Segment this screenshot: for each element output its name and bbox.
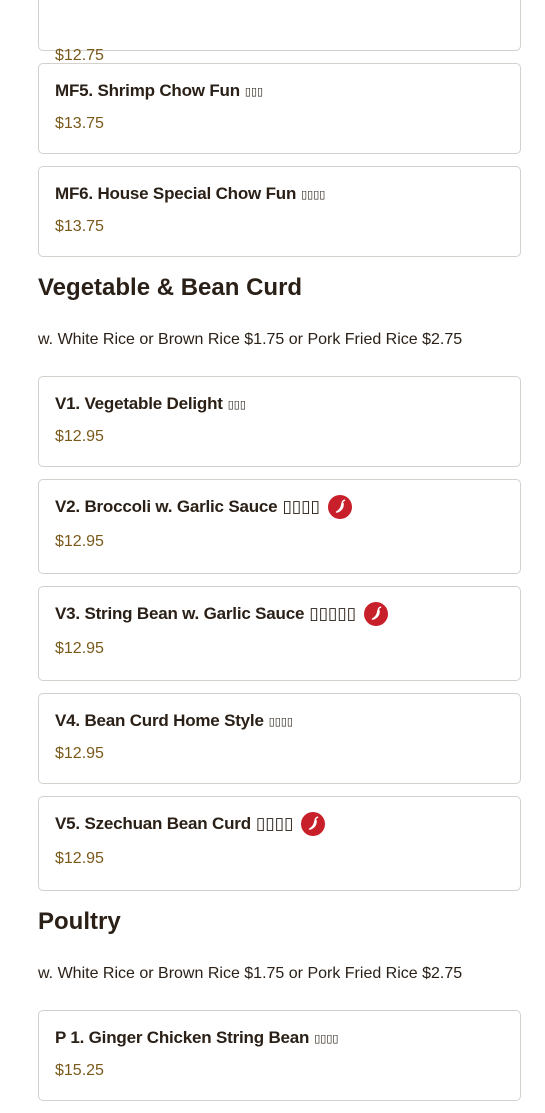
chili-pepper-icon xyxy=(364,602,388,626)
menu-item-price: $12.95 xyxy=(55,428,104,445)
menu-item-name: V2. Broccoli w. Garlic Sauce xyxy=(55,497,278,516)
menu-item-title: MF6. House Special Chow Fun ▯▯▯▯ xyxy=(55,167,504,205)
menu-item-name: P 1. Ginger Chicken String Bean xyxy=(55,1028,310,1047)
menu-item-chinese-name: ▯▯▯▯ xyxy=(268,715,293,728)
menu-item-title: V2. Broccoli w. Garlic Sauce ▯▯▯▯ xyxy=(55,480,504,520)
menu-item-chinese-name: ▯▯▯▯ xyxy=(255,814,294,833)
menu-item-title: V1. Vegetable Delight ▯▯▯ xyxy=(55,377,504,415)
menu-item-chinese-name: ▯▯▯▯ xyxy=(282,497,320,516)
menu-item-chinese-name: ▯▯▯ xyxy=(227,398,246,411)
chow-fun-items: MF5. Shrimp Chow Fun ▯▯▯ $13.75 MF6. Hou… xyxy=(38,63,521,257)
menu-item-price: $12.95 xyxy=(55,850,104,867)
menu-item-price: $13.75 xyxy=(55,115,104,132)
menu-item-name: MF5. Shrimp Chow Fun xyxy=(55,81,240,100)
menu-item-title: V3. String Bean w. Garlic Sauce ▯▯▯▯▯ xyxy=(55,587,504,627)
menu-item-card[interactable]: V1. Vegetable Delight ▯▯▯ $12.95 xyxy=(38,376,521,467)
menu-item-card[interactable]: $12.75 xyxy=(38,0,521,64)
menu-item-chinese-name: ▯▯▯▯ xyxy=(314,1032,339,1045)
section-note: w. White Rice or Brown Rice $1.75 or Por… xyxy=(38,965,463,982)
menu-item-card[interactable]: V2. Broccoli w. Garlic Sauce ▯▯▯▯ $12.95 xyxy=(38,479,521,574)
menu-item-title: V4. Bean Curd Home Style ▯▯▯▯ xyxy=(55,694,504,732)
menu-item-name: V3. String Bean w. Garlic Sauce xyxy=(55,604,305,623)
section-title: Poultry xyxy=(38,908,121,935)
menu-item-title: P 1. Ginger Chicken String Bean ▯▯▯▯ xyxy=(55,1011,504,1049)
menu-item-name: V1. Vegetable Delight xyxy=(55,394,223,413)
menu-item-chinese-name: ▯▯▯▯ xyxy=(301,188,326,201)
menu-item-card[interactable]: MF5. Shrimp Chow Fun ▯▯▯ $13.75 xyxy=(38,63,521,154)
section-items: P 1. Ginger Chicken String Bean ▯▯▯▯ $15… xyxy=(38,1010,521,1101)
menu-item-card[interactable]: V4. Bean Curd Home Style ▯▯▯▯ $12.95 xyxy=(38,693,521,784)
chili-pepper-icon xyxy=(327,495,352,519)
menu-item-name: V5. Szechuan Bean Curd xyxy=(55,814,251,833)
menu-item-card[interactable]: P 1. Ginger Chicken String Bean ▯▯▯▯ $15… xyxy=(38,1010,521,1101)
menu-item-card[interactable]: V5. Szechuan Bean Curd ▯▯▯▯ $12.95 xyxy=(38,796,521,891)
menu-section: Poultry w. White Rice or Brown Rice $1.7… xyxy=(38,903,521,1101)
chili-pepper-icon xyxy=(301,812,326,836)
menu-item-title: MF5. Shrimp Chow Fun ▯▯▯ xyxy=(55,64,504,102)
menu-item-chinese-name: ▯▯▯ xyxy=(244,85,264,98)
menu-item-chinese-name: ▯▯▯▯▯ xyxy=(309,604,356,623)
menu-item-name: MF6. House Special Chow Fun xyxy=(55,184,297,203)
menu-item-price: $12.95 xyxy=(55,745,104,762)
menu-item-price: $12.75 xyxy=(55,47,104,64)
section-title: Vegetable & Bean Curd xyxy=(38,274,303,301)
menu-item-card[interactable]: V3. String Bean w. Garlic Sauce ▯▯▯▯▯ $1… xyxy=(38,586,521,681)
menu-list: $12.75 MF5. Shrimp Chow Fun ▯▯▯ $13.75 M… xyxy=(38,0,521,1113)
menu-item-title: V5. Szechuan Bean Curd ▯▯▯▯ xyxy=(55,797,504,837)
menu-section: Vegetable & Bean Curd w. White Rice or B… xyxy=(38,269,521,891)
menu-item-price: $13.75 xyxy=(55,218,104,235)
menu-item-price: $12.95 xyxy=(55,533,104,550)
section-items: V1. Vegetable Delight ▯▯▯ $12.95 V2. Bro… xyxy=(38,376,521,891)
menu-item-name: V4. Bean Curd Home Style xyxy=(55,711,264,730)
menu-sections: Vegetable & Bean Curd w. White Rice or B… xyxy=(38,269,521,1101)
section-note: w. White Rice or Brown Rice $1.75 or Por… xyxy=(38,331,463,348)
menu-item-price: $12.95 xyxy=(55,640,104,657)
menu-item-price: $15.25 xyxy=(55,1062,104,1079)
menu-item-card[interactable]: MF6. House Special Chow Fun ▯▯▯▯ $13.75 xyxy=(38,166,521,257)
